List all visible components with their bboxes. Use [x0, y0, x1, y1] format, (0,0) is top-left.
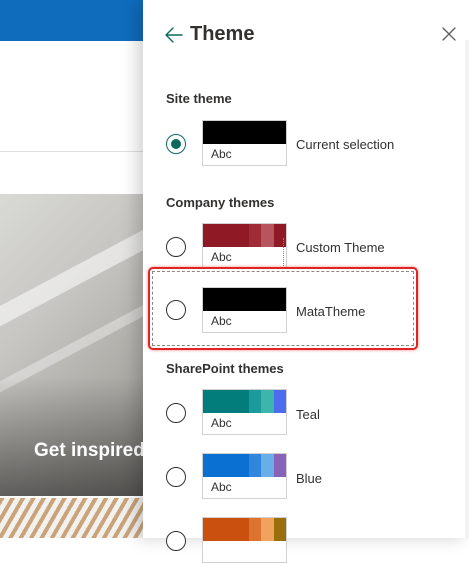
close-button[interactable] — [439, 24, 459, 44]
panel-scrollbar[interactable] — [465, 40, 469, 538]
swatch-color-segment — [236, 454, 249, 477]
theme-name-teal: Teal — [296, 407, 320, 422]
back-button[interactable] — [164, 24, 184, 46]
swatch-color-segment — [203, 224, 237, 247]
radio-custom-theme[interactable] — [166, 237, 186, 257]
hero-caption: Get inspired — [34, 440, 145, 461]
swatch-color-segment — [203, 390, 237, 413]
swatch-color-segment — [203, 288, 286, 311]
swatch-color-bar — [203, 288, 286, 311]
theme-panel — [143, 0, 469, 538]
section-title-sharepoint-themes: SharePoint themes — [166, 361, 284, 376]
theme-name-current-selection: Current selection — [296, 137, 395, 152]
theme-name-blue: Blue — [296, 471, 323, 486]
radio-blue[interactable] — [166, 467, 186, 487]
swatch-color-segment — [273, 390, 286, 413]
theme-name-custom-theme: Custom Theme — [296, 240, 385, 255]
swatch-color-segment — [261, 454, 274, 477]
swatch-sample-text: Abc — [211, 147, 232, 161]
swatch-custom-theme[interactable]: Abc — [202, 223, 287, 269]
swatch-color-segment — [248, 454, 262, 477]
swatch-current-selection[interactable]: Abc — [202, 120, 287, 166]
focus-indicator-line — [283, 238, 285, 266]
arrow-left-icon — [165, 27, 183, 43]
swatch-color-bar — [203, 454, 286, 477]
swatch-color-bar — [203, 121, 286, 144]
swatch-color-segment — [261, 224, 274, 247]
swatch-color-segment — [203, 454, 237, 477]
swatch-color-bar — [203, 390, 286, 413]
swatch-color-segment — [273, 454, 286, 477]
swatch-color-segment — [203, 121, 286, 144]
swatch-orange[interactable] — [202, 517, 287, 563]
section-title-site-theme: Site theme — [166, 91, 232, 106]
theme-name-matatheme: MataTheme — [296, 304, 366, 319]
radio-current-selection[interactable] — [166, 134, 186, 154]
panel-title: Theme — [190, 23, 255, 45]
swatch-color-segment — [236, 390, 249, 413]
hero-tile-image[interactable] — [0, 498, 160, 538]
swatch-color-segment — [248, 390, 262, 413]
swatch-teal[interactable]: Abc — [202, 389, 287, 435]
radio-matatheme[interactable] — [166, 300, 186, 320]
swatch-blue[interactable]: Abc — [202, 453, 287, 499]
swatch-sample-text: Abc — [211, 480, 232, 494]
close-icon — [442, 27, 456, 41]
swatch-sample-text: Abc — [211, 314, 232, 328]
swatch-matatheme[interactable]: Abc — [202, 287, 287, 333]
swatch-sample-text: Abc — [211, 250, 232, 264]
swatch-color-segment — [261, 390, 274, 413]
swatch-color-bar — [203, 224, 286, 247]
swatch-color-segment — [236, 224, 249, 247]
radio-teal[interactable] — [166, 403, 186, 423]
swatch-color-segment — [248, 224, 262, 247]
section-title-company-themes: Company themes — [166, 195, 275, 210]
swatch-sample-text: Abc — [211, 416, 232, 430]
radio-orange[interactable] — [166, 531, 186, 551]
